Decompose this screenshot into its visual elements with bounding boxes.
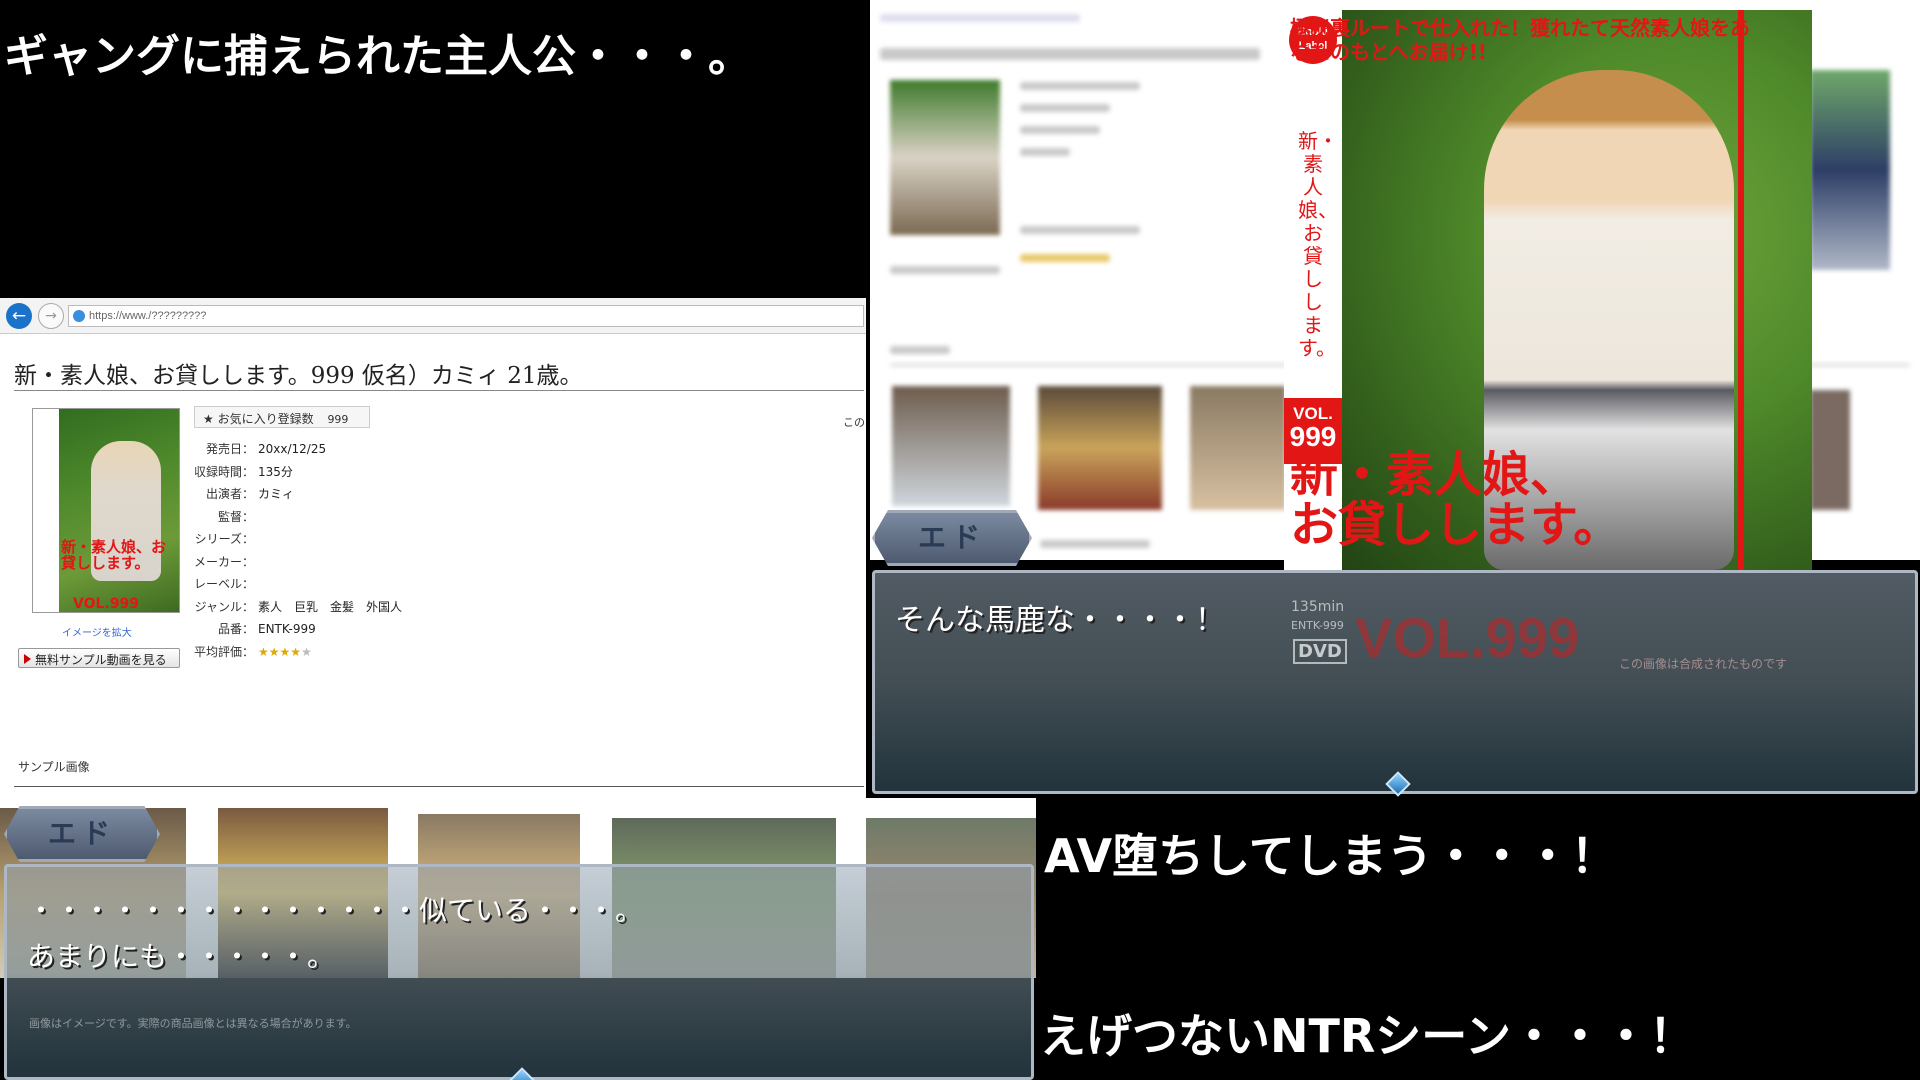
caption-mid-right: AV堕ちしてしまう・・・！ <box>1044 829 1617 883</box>
detail-row: 出演者： カミィ <box>192 483 402 506</box>
globe-icon <box>73 310 85 322</box>
cover-code: ENTK-999 <box>1291 619 1344 632</box>
cover-disclaimer: この画像は合成されたものです <box>1619 657 1788 671</box>
back-button[interactable]: ← <box>6 303 32 329</box>
rating-stars: ★★★★★ <box>258 641 312 664</box>
speaker-nametag-left: エド <box>4 806 160 862</box>
detail-key: 発売日： <box>205 442 254 456</box>
detail-key: 品番： <box>217 622 254 636</box>
dialog-text-line2: あまりにも・・・・・。 <box>27 940 336 973</box>
sample-divider <box>14 786 864 787</box>
title-divider <box>14 390 864 391</box>
detail-row: ジャンル： 素人 巨乳 金髪 外国人 <box>192 596 402 619</box>
cover-side-strip <box>33 409 59 612</box>
detail-value[interactable]: 素人 巨乳 金髪 外国人 <box>258 596 402 619</box>
sample-images-header: サンプル画像 <box>18 760 90 774</box>
dvd-cover-art: Enoki Label 新・素人娘、お貸しします。 VOL. 999 極秘裏ルー… <box>1284 10 1812 570</box>
star-icon: ★ <box>279 644 291 659</box>
speaker-name: エド <box>47 817 116 850</box>
dialog-text-line1: ・・・・・・・・・・・・・・似ている・・・。 <box>27 894 644 927</box>
detail-key: 収録時間： <box>193 464 254 479</box>
product-details: 発売日： 20xx/12/25 収録時間： 135分 出演者： カミィ 監督： シリーズ： メー… <box>192 438 402 663</box>
detail-key: シリーズ： <box>194 532 254 546</box>
detail-row: 収録時間： 135分 <box>192 461 402 484</box>
star-icon: ★ <box>203 412 214 426</box>
cover-tagline: 極秘裏ルートで仕入れた！獲れたて天然素人娘をあなたのもとへお届け!! <box>1290 16 1750 64</box>
advance-cursor-icon <box>509 1067 535 1080</box>
dialog-box-left[interactable]: ・・・・・・・・・・・・・・似ている・・・。 あまりにも・・・・・。 画像はイメ… <box>4 864 1034 1080</box>
sample-movie-label: 無料サンプル動画を見る <box>35 653 167 667</box>
cut-off-text: この <box>843 416 865 429</box>
play-icon <box>24 654 31 664</box>
caption-bottom-right: えげつないNTRシーン・・・！ <box>1040 1009 1695 1063</box>
cover-main-title: 新・素人娘、 お貸しします。 <box>1290 450 1621 550</box>
url-text: https://www./????????? <box>89 310 207 322</box>
caption-top-left: ギャングに捕えられた主人公・・・。 <box>4 31 752 82</box>
cover-title-line2: お貸しします。 <box>1290 497 1622 553</box>
detail-value: 135分 <box>258 464 293 479</box>
favorite-label: お気に入り登録数 <box>217 412 314 426</box>
detail-row: レーベル： <box>192 573 402 596</box>
star-icon: ★ <box>301 644 312 659</box>
advance-cursor-icon <box>1385 771 1411 797</box>
detail-key: レーベル： <box>193 577 254 591</box>
product-cover-image[interactable]: 新・素人娘、お貸しします。 VOL.999 <box>32 408 180 613</box>
cover-title: 新・素人娘、お貸しします。 <box>61 538 167 572</box>
detail-value: 20xx/12/25 <box>258 442 327 456</box>
detail-value: カミィ <box>258 487 295 501</box>
dvd-logo: DVD <box>1293 639 1347 664</box>
dialog-box-right[interactable]: そんな馬鹿な・・・・！ VOL.999 135min ENTK-999 DVD … <box>872 570 1918 797</box>
sample-movie-button[interactable]: 無料サンプル動画を見る <box>18 648 180 668</box>
favorite-button[interactable]: ★ お気に入り登録数 999 <box>194 406 370 428</box>
forward-button[interactable]: → <box>38 303 64 329</box>
cover-red-stripe <box>1738 10 1744 570</box>
detail-row: 発売日： 20xx/12/25 <box>192 438 402 461</box>
detail-row: メーカー： <box>192 551 402 574</box>
detail-row: 品番： ENTK-999 <box>192 618 402 641</box>
cover-duration: 135min <box>1291 599 1345 615</box>
cover-title-line1: 新・素人娘、 <box>1290 447 1579 503</box>
address-bar: ← → https://www./????????? <box>0 298 866 334</box>
speaker-nametag-right: エド <box>872 510 1032 566</box>
star-icon: ★ <box>258 644 269 659</box>
detail-key: 出演者： <box>205 487 254 501</box>
page-title: 新・素人娘、お貸しします。999 仮名）カミィ 21歳。 <box>14 363 583 389</box>
image-footnote: 画像はイメージです。実際の商品画像とは異なる場合があります。 <box>29 1017 357 1030</box>
cover-vol-overlay: VOL.999 <box>1355 606 1580 669</box>
dialog-text: そんな馬鹿な・・・・！ <box>895 603 1225 638</box>
detail-row: 監督： <box>192 506 402 529</box>
detail-key: 監督： <box>217 509 254 524</box>
favorite-count: 999 <box>327 413 349 426</box>
vertical-title: 新・素人娘、お貸しします。 <box>1298 129 1338 360</box>
speaker-name: エド <box>917 521 986 554</box>
detail-row: 平均評価： ★★★★★ <box>192 641 402 664</box>
detail-key: メーカー： <box>193 554 254 569</box>
detail-row: シリーズ： <box>192 528 402 551</box>
browser-window: ← → https://www./????????? 新・素人娘、お貸しします。… <box>0 298 866 798</box>
detail-key: ジャンル： <box>194 599 254 614</box>
detail-value: ENTK-999 <box>258 622 316 636</box>
url-field[interactable]: https://www./????????? <box>68 305 864 327</box>
star-icon: ★ <box>290 644 302 659</box>
detail-key: 平均評価： <box>193 644 254 659</box>
enlarge-image-link[interactable]: イメージを拡大 <box>62 624 132 639</box>
star-icon: ★ <box>268 644 280 659</box>
cover-vol: VOL.999 <box>73 596 139 612</box>
